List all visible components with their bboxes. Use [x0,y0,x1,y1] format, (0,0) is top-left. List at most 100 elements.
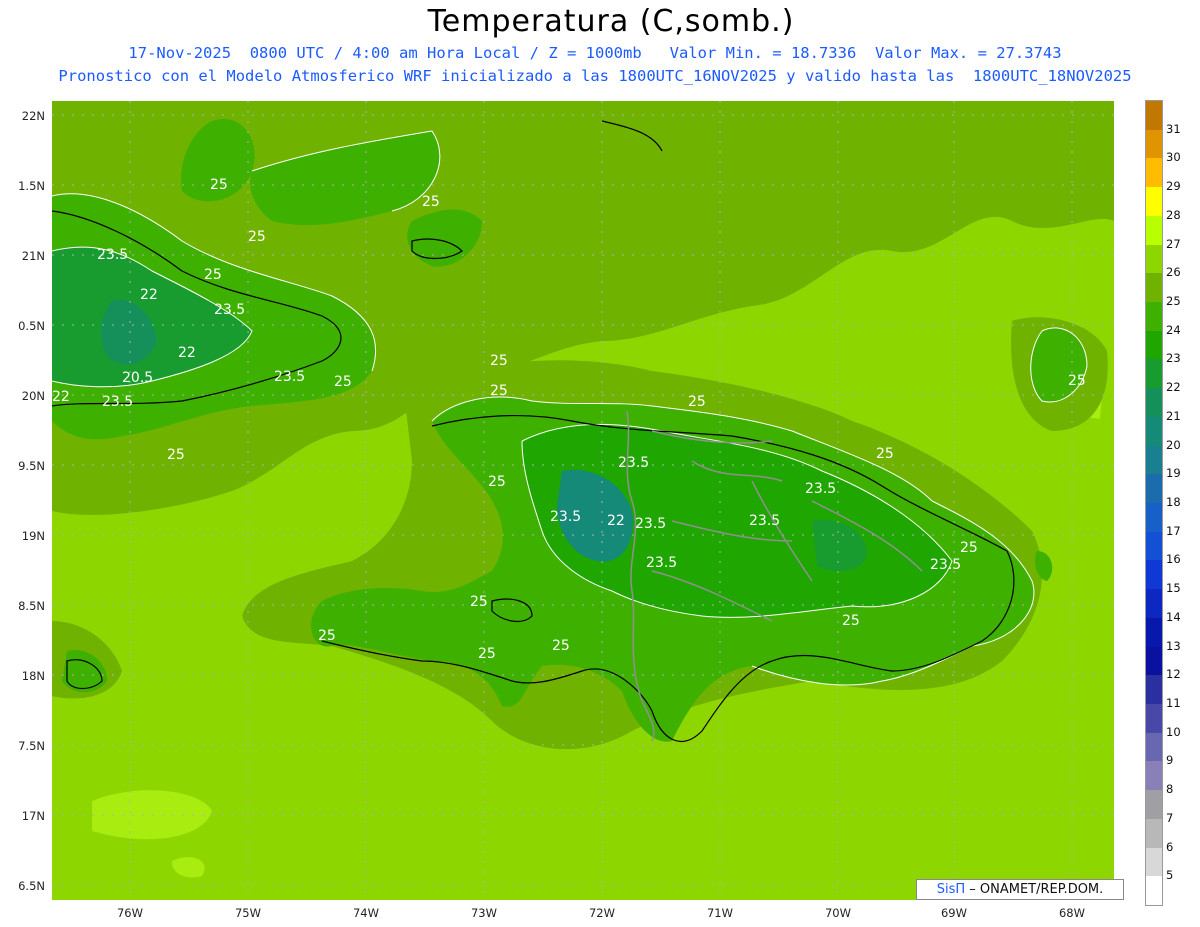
lat-label: 8.5N [18,599,45,613]
contour-label: 25 [167,447,185,463]
legend-label: 24 [1166,322,1181,337]
contour-label: 25 [210,177,228,193]
legend-swatch [1146,818,1162,849]
legend-swatch [1146,330,1162,360]
contour-label: 23.5 [274,369,305,385]
lon-label: 73W [470,906,497,920]
contour-label: 23.5 [930,557,961,573]
legend-label: 8 [1166,782,1174,797]
map-title: Temperatura (C,somb.) [427,4,795,39]
lon-label: 76W [116,906,143,920]
contour-label: 25 [490,383,508,399]
lon-label: 70W [824,906,851,920]
legend-swatch [1146,302,1162,332]
contour-label: 25 [248,229,266,245]
legend-label: 17 [1166,523,1181,538]
sis-logo-text: SisΠ [936,882,966,897]
lon-label: 69W [940,906,967,920]
legend-swatch [1146,359,1162,389]
lat-label: 9.5N [18,459,45,473]
legend-swatch [1146,589,1162,619]
contour-label: 25 [478,646,496,662]
legend-swatch [1146,732,1162,762]
contour-label: 25 [318,628,336,644]
legend-label: 26 [1166,265,1181,280]
lon-label: 74W [352,906,379,920]
legend-swatch [1146,617,1162,648]
contour-label: 23.5 [618,455,649,471]
contour-label: 23.5 [749,513,780,529]
legend-label: 23 [1166,351,1181,366]
legend-swatch [1146,215,1162,246]
legend-label: 31 [1166,121,1181,136]
contour-label: 22 [178,345,196,361]
legend-swatch [1146,675,1162,705]
legend-swatch [1146,416,1162,447]
contour-label: 25 [842,613,860,629]
legend-swatch [1146,474,1162,504]
contour-label: 25 [204,267,222,283]
legend-label: 7 [1166,810,1174,825]
legend-label: 21 [1166,408,1181,423]
lat-label: 6.5N [18,879,45,893]
legend-label: 28 [1166,207,1181,222]
legend-swatch [1146,876,1162,906]
legend-label: 27 [1166,236,1181,251]
contour-label: 25 [552,638,570,654]
contour-label: 23.5 [646,555,677,571]
lat-label: 20N [21,389,45,403]
contour-label: 25 [490,353,508,369]
contour-label: 25 [470,594,488,610]
legend-label: 30 [1166,150,1181,165]
lat-label: 19N [21,529,45,543]
legend-label: 13 [1166,638,1181,653]
lat-label: 0.5N [18,319,45,333]
legend-label: 12 [1166,667,1181,682]
contour-label: 25 [422,194,440,210]
credit-box: SisΠ – ONAMET/REP.DOM. [916,879,1124,900]
legend-swatch [1146,445,1162,475]
lat-label: 21N [21,249,45,263]
contour-label: 23.5 [97,247,128,263]
legend-swatch [1146,187,1162,217]
lat-label: 22N [21,109,45,123]
lat-label: 18N [21,669,45,683]
contour-label: 22 [140,287,158,303]
contour-label: 25 [960,540,978,556]
contour-label: 25 [488,474,506,490]
contour-label: 25 [1068,373,1086,389]
legend-swatch [1146,244,1162,274]
legend-label: 5 [1166,868,1174,883]
legend-label: 15 [1166,581,1181,596]
legend-label: 29 [1166,179,1181,194]
legend-label: 14 [1166,609,1181,624]
contour-label: 23.5 [805,481,836,497]
legend-label: 20 [1166,437,1181,452]
legend-swatch [1146,761,1162,791]
legend-swatch [1146,531,1162,561]
credit-text: – ONAMET/REP.DOM. [969,882,1104,897]
legend-label: 22 [1166,380,1181,395]
contour-label: 23.5 [102,394,133,410]
legend-label: 11 [1166,696,1181,710]
legend-swatch [1146,503,1162,533]
legend-label: 19 [1166,466,1181,481]
color-legend-bar [1145,100,1163,906]
lon-label: 72W [588,906,615,920]
info-line-1: 17-Nov-2025 0800 UTC / 4:00 am Hora Loca… [128,44,1062,62]
legend-label: 25 [1166,294,1181,308]
contour-label: 22 [52,389,70,405]
lat-label: 7.5N [18,739,45,753]
legend-swatch [1146,129,1162,159]
lat-label: 17N [21,809,45,823]
legend-label: 6 [1166,839,1174,854]
legend-label: 18 [1166,495,1181,509]
legend-swatch [1146,790,1162,820]
legend-swatch [1146,158,1162,188]
lon-label: 75W [234,906,261,920]
temperature-map: 25 25 25 23.5 25 22 23.5 22 20.5 23.5 23… [52,101,1114,900]
contour-label: 23.5 [635,516,666,532]
legend-swatch [1146,388,1162,418]
contour-label: 22 [607,513,625,529]
legend-label: 9 [1166,753,1174,768]
